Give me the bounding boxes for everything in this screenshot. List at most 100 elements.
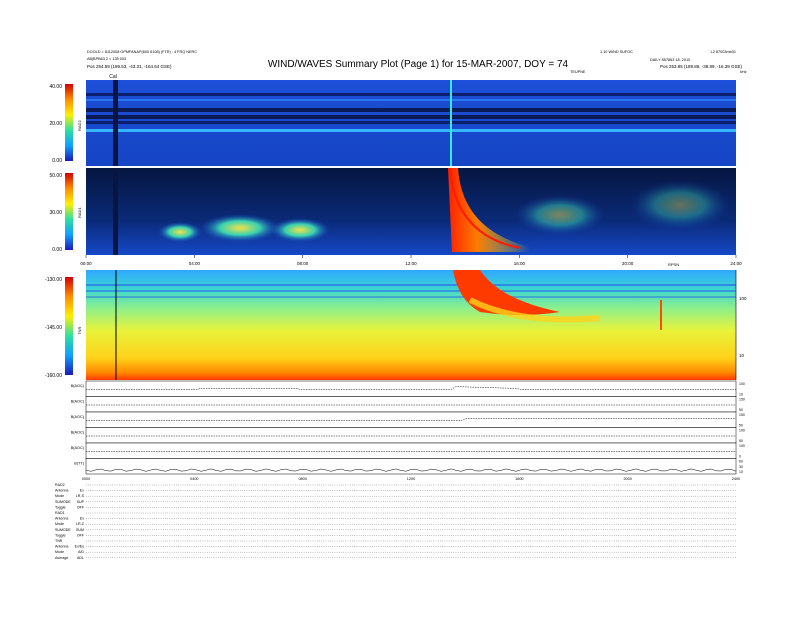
- magnetometer-xaxis: 0000040008001200160020002400: [82, 477, 740, 481]
- tnr-ytick-0: -130.00: [45, 277, 62, 283]
- tnr-panel: TNR -130.00 -145.00 -160.00 100 10: [45, 270, 747, 380]
- status-value: OFF: [77, 505, 85, 509]
- rad1-xtick-label: 16:00: [514, 261, 526, 266]
- status-key: RAD1: [55, 511, 65, 515]
- rad1-xtick-label: 04:00: [189, 261, 201, 266]
- mag-row-right-tick: 100: [739, 429, 745, 433]
- magnetometer-panel: B(AOC)10010B(AOC)15050B(AOC)15050B(AOC)1…: [71, 381, 745, 474]
- rad2-band-dark-4: [86, 121, 736, 124]
- mag-row-right-tick: 10: [739, 393, 743, 397]
- rad2-ytick-1: 20.00: [49, 121, 62, 127]
- rad1-ytick-1: 30.00: [49, 210, 62, 216]
- status-key: Antenna: [55, 545, 68, 549]
- rad1-xtick-label: 24:00: [730, 261, 742, 266]
- rad1-panel: RAD1 50.00 30.00 0.00 RPSN 00:0004:0008:…: [49, 168, 742, 267]
- mag-row-right-tick: 50: [739, 439, 743, 443]
- header-right-corner: L2 87003mb31: [711, 50, 736, 54]
- status-key: Mode: [55, 550, 64, 554]
- tnr-ytick-1: -145.00: [45, 325, 62, 331]
- summary-figure: WIND/WAVES Summary Plot (Page 1) for 15-…: [0, 0, 792, 612]
- status-value: Ex: [80, 517, 84, 521]
- tnr-ylabel: TNR: [77, 327, 82, 335]
- mag-row-right-tick: 100: [739, 382, 745, 386]
- rad2-burst-line: [450, 80, 452, 166]
- status-value: ADL: [77, 556, 84, 560]
- mag-row-right-tick: 10: [739, 470, 743, 474]
- rad1-emission-1: [200, 214, 280, 242]
- mag-row-right-tick: 60: [739, 460, 743, 464]
- rad1-xtick-label: 20:00: [622, 261, 634, 266]
- mag-row-label: B(TT): [74, 462, 84, 466]
- rad1-emission-5: [630, 180, 730, 230]
- header-right-sub: TEUPNE: [570, 70, 586, 74]
- status-key: TNR: [55, 539, 63, 543]
- rad1-cal-gap: [113, 168, 118, 255]
- tnr-heatmap: [86, 270, 736, 380]
- header-right-line2: DAILY 857863 18, 2010: [650, 58, 690, 62]
- status-value: SUP: [77, 500, 85, 504]
- rad2-colorbar: [65, 84, 73, 161]
- mag-row-right-tick: 100: [739, 444, 745, 448]
- rad2-band-bright: [86, 129, 736, 132]
- status-key: SUMODE: [55, 500, 71, 504]
- tnr-right-tick-1: 10: [739, 353, 745, 358]
- rad1-emission-3: [158, 222, 202, 242]
- rad1-emission-4: [515, 195, 605, 235]
- rad1-colorbar: [65, 173, 73, 250]
- rad2-cal-gap: [113, 80, 118, 166]
- status-key: Toggle: [55, 505, 66, 509]
- rad1-ylabel: RAD1: [77, 207, 82, 218]
- mag-row-right-tick: 150: [739, 413, 745, 417]
- rad2-band-dark-1: [86, 93, 736, 96]
- rad1-emission-2: [270, 218, 330, 242]
- mag-row-right-tick: 0: [739, 455, 741, 459]
- header-right-unit: kHz: [740, 70, 747, 74]
- mag-row-right-tick: 50: [739, 408, 743, 412]
- mag-row-label: B(AOC): [71, 431, 85, 435]
- mag-row-frame: [86, 381, 736, 397]
- mag-xtick-label: 0400: [190, 477, 198, 481]
- mag-xtick-label: 0000: [82, 477, 90, 481]
- mag-row-right-tick: 30: [739, 465, 743, 469]
- status-key: Toggle: [55, 533, 66, 537]
- rad1-xannot: RPSN: [668, 262, 679, 267]
- rad2-band-light: [86, 99, 736, 101]
- status-value: A/D: [78, 550, 84, 554]
- status-value: Ex: [80, 489, 84, 493]
- status-value: LR-S: [76, 494, 85, 498]
- mag-xtick-label: 0800: [298, 477, 306, 481]
- tnr-ytick-2: -160.00: [45, 373, 62, 379]
- mag-row-frame: [86, 397, 736, 413]
- status-value: OFF: [77, 533, 85, 537]
- mag-row-frame: [86, 459, 736, 475]
- status-value: SUM: [76, 528, 84, 532]
- mag-row-frame: [86, 443, 736, 459]
- mag-row-right-tick: 150: [739, 398, 745, 402]
- status-value: LR-Z: [76, 522, 85, 526]
- mag-xtick-label: 1200: [407, 477, 415, 481]
- rad2-ylabel: RAD2: [77, 120, 82, 131]
- rad2-panel: RAD2 40.00 20.00 0.00: [49, 80, 736, 166]
- mag-row-label: B(AOC): [71, 415, 85, 419]
- cal-label: Cal: [109, 74, 117, 80]
- mag-row-frame: [86, 412, 736, 428]
- status-value: Ex/Ey: [75, 545, 85, 549]
- mag-xtick-label: 2000: [623, 477, 631, 481]
- rad1-ytick-2: 0.00: [52, 247, 62, 253]
- mag-row-label: B(AOC): [71, 446, 85, 450]
- rad2-ytick-2: 0.00: [52, 158, 62, 164]
- rad1-ytick-0: 50.00: [49, 173, 62, 179]
- rad2-band-dark-2: [86, 108, 736, 112]
- header-left-line1: DOOLD = 8112008 GPMFANAP(600 6108) (FTR)…: [87, 50, 197, 54]
- status-key: Antenna: [55, 489, 68, 493]
- mag-row-frame: [86, 428, 736, 444]
- mag-row-right-tick: 50: [739, 424, 743, 428]
- status-key: RAD2: [55, 483, 65, 487]
- status-key: Antenna: [55, 517, 68, 521]
- tnr-spike: [660, 300, 662, 330]
- status-key: Average: [55, 556, 68, 560]
- mag-xtick-label: 2400: [732, 477, 740, 481]
- mag-row-label: B(AOC): [71, 400, 85, 404]
- header-right-line3: Pos 253.85 (189.86, -38.89, -16.39 GSE): [660, 64, 743, 69]
- page-title: WIND/WAVES Summary Plot (Page 1) for 15-…: [268, 59, 569, 70]
